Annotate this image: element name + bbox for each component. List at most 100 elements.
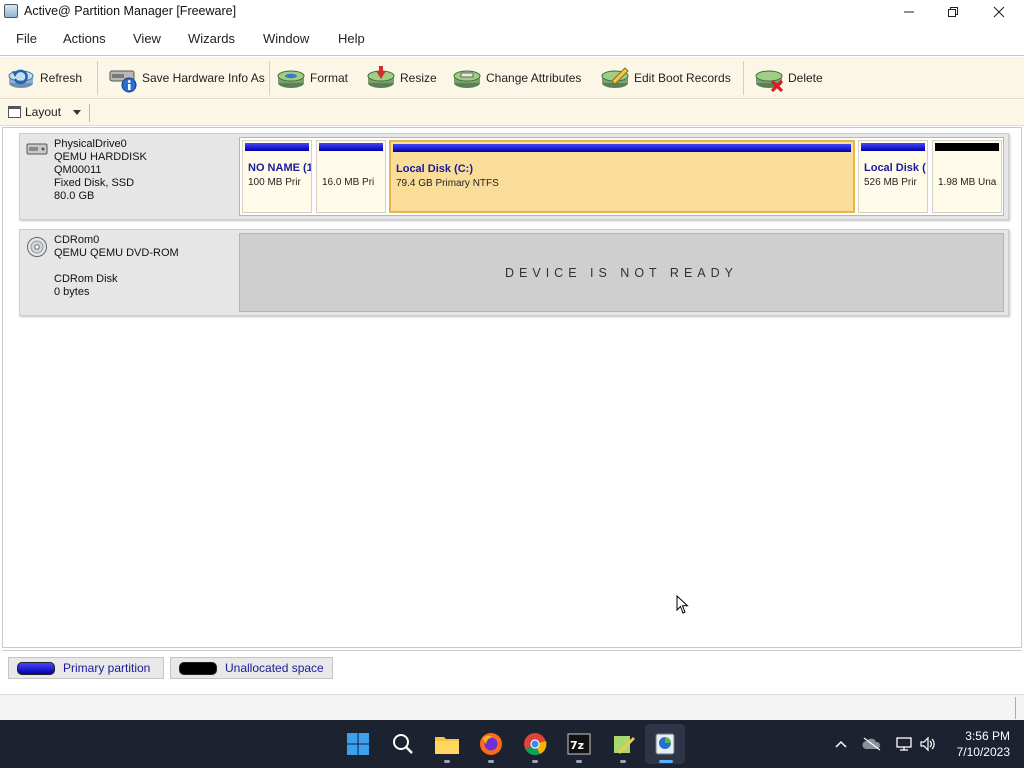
delete-button[interactable]: Delete (754, 61, 823, 95)
edit-boot-records-icon (601, 67, 629, 88)
resize-button[interactable]: Resize (366, 61, 437, 95)
layout-dropdown[interactable]: Layout (8, 105, 82, 119)
close-button[interactable] (976, 0, 1022, 24)
window-title: Active@ Partition Manager [Freeware] (24, 4, 237, 18)
primary-partition-bar (393, 144, 851, 152)
unallocated-bar (935, 143, 999, 151)
cd-icon (27, 237, 47, 257)
toolbar-separator (97, 61, 98, 95)
edit-boot-records-label: Edit Boot Records (634, 71, 731, 85)
partition-name: Local Disk (C:) (396, 163, 474, 175)
delete-icon (755, 70, 784, 93)
toolbar-separator (269, 61, 270, 95)
partition-manager-icon[interactable] (650, 729, 680, 759)
refresh-button[interactable]: Refresh (6, 61, 82, 95)
layout-bar: Layout (0, 100, 1024, 126)
menu-help[interactable]: Help (338, 31, 365, 46)
title-bar: Active@ Partition Manager [Freeware] (0, 0, 1024, 24)
change-attributes-button[interactable]: Change Attributes (452, 61, 581, 95)
restore-button[interactable] (930, 0, 976, 24)
disk-type: Fixed Disk, SSD (54, 177, 135, 189)
disk-type: CDRom Disk (54, 273, 118, 285)
format-button[interactable]: Format (276, 61, 348, 95)
partition-desc: 16.0 MB Pri (322, 177, 375, 188)
disk-size: 80.0 GB (54, 190, 95, 202)
partition-block-selected[interactable]: Local Disk (C:) 79.4 GB Primary NTFS (389, 140, 855, 213)
menu-file[interactable]: File (16, 31, 37, 46)
menu-wizards[interactable]: Wizards (188, 31, 235, 46)
app-icon (4, 4, 18, 18)
menu-bar: File Actions View Wizards Window Help (0, 24, 1024, 56)
clock-time: 3:56 PM (965, 729, 1010, 743)
partition-block[interactable]: Local Disk ( 526 MB Prir (858, 140, 928, 213)
active-indicator (659, 760, 673, 763)
chevron-up-icon[interactable] (831, 734, 851, 754)
menu-window[interactable]: Window (263, 31, 309, 46)
partition-name: NO NAME (1 (248, 162, 312, 174)
edit-boot-records-button[interactable]: Edit Boot Records (600, 61, 731, 95)
menu-actions[interactable]: Actions (63, 31, 106, 46)
partition-desc: 100 MB Prir (248, 177, 301, 188)
disk-name: PhysicalDrive0 (54, 138, 127, 150)
volume-icon[interactable] (918, 734, 938, 754)
minimize-button[interactable] (886, 0, 932, 24)
status-bar (0, 694, 1024, 720)
layout-separator (89, 104, 90, 122)
7zip-icon[interactable]: 7z (564, 729, 594, 759)
change-attributes-label: Change Attributes (486, 71, 582, 85)
partition-block[interactable]: NO NAME (1 100 MB Prir (242, 140, 312, 213)
refresh-icon (8, 69, 34, 88)
restore-icon (948, 7, 958, 17)
notepadpp-icon[interactable] (608, 729, 638, 759)
disk-serial: QM00011 (54, 164, 102, 176)
partition-block-unallocated[interactable]: 1.98 MB Una (932, 140, 1002, 213)
hard-drive-icon (26, 143, 48, 155)
layout-label: Layout (25, 105, 62, 119)
file-explorer-icon[interactable] (432, 729, 462, 759)
toolbar-separator (743, 61, 744, 95)
primary-partition-bar (319, 143, 383, 151)
refresh-label: Refresh (40, 71, 83, 85)
resize-label: Resize (400, 71, 437, 85)
disk-info: PhysicalDrive0 QEMU HARDDISK QM00011 Fix… (20, 134, 238, 219)
status-bar-grip (1015, 697, 1016, 719)
running-indicator (444, 760, 450, 763)
running-indicator (620, 760, 626, 763)
disk-row-physicaldrive0[interactable]: PhysicalDrive0 QEMU HARDDISK QM00011 Fix… (19, 133, 1009, 220)
disk-map-panel: PhysicalDrive0 QEMU HARDDISK QM00011 Fix… (2, 127, 1022, 648)
format-label: Format (310, 71, 349, 85)
firefox-icon[interactable] (476, 729, 506, 759)
clock-date: 7/10/2023 (956, 745, 1010, 759)
running-indicator (576, 760, 582, 763)
network-icon[interactable] (894, 734, 914, 754)
system-clock[interactable]: 3:56 PM 7/10/2023 (957, 728, 1010, 760)
chevron-down-icon (73, 109, 82, 115)
disk-row-cdrom0[interactable]: CDRom0 QEMU QEMU DVD-ROM CDRom Disk 0 by… (19, 229, 1009, 316)
onedrive-icon[interactable] (862, 734, 882, 754)
partition-desc: 79.4 GB Primary NTFS (396, 178, 499, 189)
disk-info: CDRom0 QEMU QEMU DVD-ROM CDRom Disk 0 by… (20, 230, 238, 315)
partition-strip: NO NAME (1 100 MB Prir 16.0 MB Pri Local… (239, 137, 1004, 216)
chrome-icon[interactable] (520, 729, 550, 759)
save-hardware-info-button[interactable]: Save Hardware Info As (108, 61, 265, 95)
search-icon[interactable] (388, 729, 418, 759)
unallocated-swatch (179, 661, 217, 675)
menu-view[interactable]: View (133, 31, 161, 46)
running-indicator (488, 760, 494, 763)
disk-size: 0 bytes (54, 286, 90, 298)
partition-block[interactable]: 16.0 MB Pri (316, 140, 386, 213)
hardware-info-icon (109, 70, 137, 93)
minimize-icon (904, 11, 914, 13)
taskbar: 7z 3:56 PM 7/10/2023 (0, 720, 1024, 768)
resize-icon (367, 66, 395, 88)
change-attributes-icon (453, 70, 481, 88)
save-hardware-info-label: Save Hardware Info As (142, 71, 265, 85)
device-not-ready-message: DEVICE IS NOT READY (239, 233, 1004, 312)
close-icon (993, 6, 1005, 18)
toolbar: Refresh Save Hardware Info As Format Res… (0, 57, 1024, 99)
partition-desc: 526 MB Prir (864, 177, 917, 188)
disk-model: QEMU HARDDISK (54, 151, 147, 163)
disk-model: QEMU QEMU DVD-ROM (54, 247, 179, 259)
start-icon[interactable] (343, 729, 373, 759)
